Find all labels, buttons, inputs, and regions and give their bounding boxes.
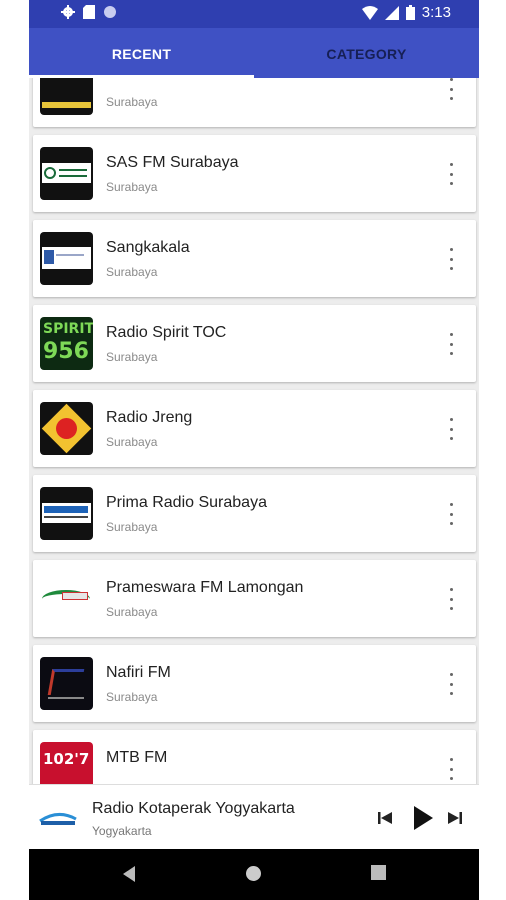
list-item[interactable]: Sangkakala Surabaya (33, 220, 476, 297)
station-city: Surabaya (106, 690, 158, 704)
tab-category[interactable]: CATEGORY (254, 28, 479, 78)
prima-radio-logo (40, 487, 93, 540)
station-logo (40, 78, 93, 115)
station-city: Surabaya (106, 350, 158, 364)
jreng-logo (40, 402, 93, 455)
now-playing-subtitle: Yogyakarta (92, 824, 152, 838)
sangkakala-logo (40, 232, 93, 285)
station-name: SAS FM Surabaya (106, 154, 239, 171)
play-icon[interactable] (412, 805, 434, 831)
station-city: Surabaya (106, 265, 158, 279)
list-item[interactable]: Prameswara FM Lamongan Surabaya (33, 560, 476, 637)
mtb-1027-logo: 102'7 (40, 742, 93, 784)
station-city: Surabaya (106, 95, 158, 109)
battery-icon (405, 5, 415, 20)
prameswara-logo (40, 572, 93, 625)
more-options-icon[interactable] (443, 333, 459, 355)
station-name: Sangkakala (106, 239, 190, 256)
list-item[interactable]: Prima Radio Surabaya Surabaya (33, 475, 476, 552)
more-options-icon[interactable] (443, 78, 459, 100)
spirit-956-logo: SPIRIT 956 (40, 317, 93, 370)
station-city: Surabaya (106, 520, 158, 534)
home-icon[interactable] (245, 865, 262, 882)
list-item[interactable]: 102'7 MTB FM (33, 730, 476, 784)
station-city: Surabaya (106, 435, 158, 449)
mini-player[interactable]: Radio Kotaperak Yogyakarta Yogyakarta (29, 784, 479, 850)
station-city: Surabaya (106, 180, 158, 194)
status-bar: 3:13 (29, 0, 479, 28)
station-name: Radio Spirit TOC (106, 324, 227, 341)
app-frame: 3:13 RECENT CATEGORY Surabaya SAS FM Sur… (29, 0, 479, 900)
signal-icon (384, 5, 399, 20)
more-options-icon[interactable] (443, 163, 459, 185)
list-item[interactable]: Surabaya (33, 78, 476, 127)
status-time: 3:13 (421, 4, 451, 21)
list-item[interactable]: SPIRIT 956 Radio Spirit TOC Surabaya (33, 305, 476, 382)
more-options-icon[interactable] (443, 418, 459, 440)
station-name: Radio Jreng (106, 409, 193, 426)
system-nav-bar (29, 849, 479, 900)
gear-icon (61, 5, 75, 19)
station-name: Prameswara FM Lamongan (106, 579, 304, 596)
list-item[interactable]: SAS FM Surabaya Surabaya (33, 135, 476, 212)
station-name: Nafiri FM (106, 664, 171, 681)
nafiri-logo (40, 657, 93, 710)
more-options-icon[interactable] (443, 588, 459, 610)
circle-icon (104, 6, 116, 18)
app-bar: RECENT CATEGORY (29, 28, 479, 78)
station-name: Prima Radio Surabaya (106, 494, 267, 511)
station-list[interactable]: Surabaya SAS FM Surabaya Surabaya Sangka… (29, 78, 479, 784)
more-options-icon[interactable] (443, 758, 459, 780)
sd-card-icon (83, 5, 95, 19)
skip-previous-icon[interactable] (377, 810, 393, 826)
wifi-icon (361, 5, 378, 20)
station-city: Surabaya (106, 605, 158, 619)
sas-fm-logo (40, 147, 93, 200)
list-item[interactable]: Radio Jreng Surabaya (33, 390, 476, 467)
kotaperak-logo (39, 813, 77, 825)
tab-recent[interactable]: RECENT (29, 28, 254, 78)
more-options-icon[interactable] (443, 673, 459, 695)
now-playing-title: Radio Kotaperak Yogyakarta (92, 800, 295, 817)
mtb-logo-text: 102'7 (43, 750, 90, 768)
station-name: MTB FM (106, 749, 168, 766)
more-options-icon[interactable] (443, 248, 459, 270)
skip-next-icon[interactable] (447, 810, 463, 826)
back-icon[interactable] (121, 865, 137, 883)
recents-icon[interactable] (371, 865, 386, 880)
list-item[interactable]: Nafiri FM Surabaya (33, 645, 476, 722)
more-options-icon[interactable] (443, 503, 459, 525)
